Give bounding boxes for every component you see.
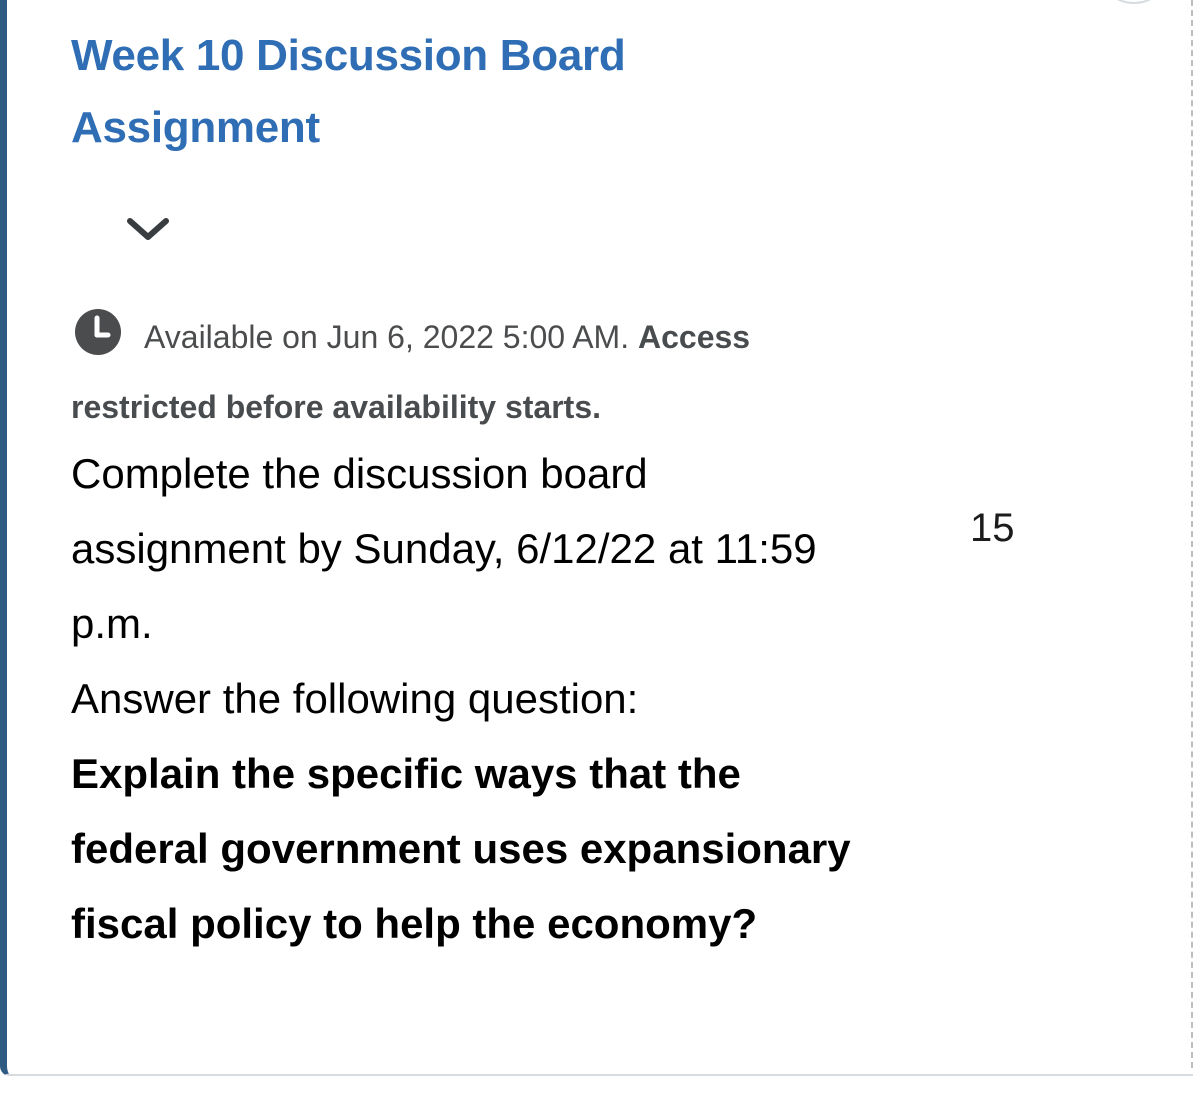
chevron-down-icon[interactable] <box>123 212 173 244</box>
assignment-points: 15 <box>970 506 1015 550</box>
assignment-title[interactable]: Week 10 Discussion Board Assignment <box>71 20 771 164</box>
corner-button[interactable] <box>1097 0 1171 4</box>
description-instruction: Answer the following question: <box>71 675 639 722</box>
assignment-card: Week 10 Discussion Board Assignment Avai… <box>0 0 1193 1076</box>
description-deadline: Complete the discussion board assignment… <box>71 450 817 647</box>
card-right-border <box>1191 0 1193 1068</box>
availability-date-text: Available on Jun 6, 2022 5:00 AM. <box>144 319 630 355</box>
availability-notice: Available on Jun 6, 2022 5:00 AM. Access… <box>71 302 851 442</box>
assignment-description: Complete the discussion board assignment… <box>71 436 851 961</box>
description-question: Explain the specific ways that the feder… <box>71 750 851 947</box>
